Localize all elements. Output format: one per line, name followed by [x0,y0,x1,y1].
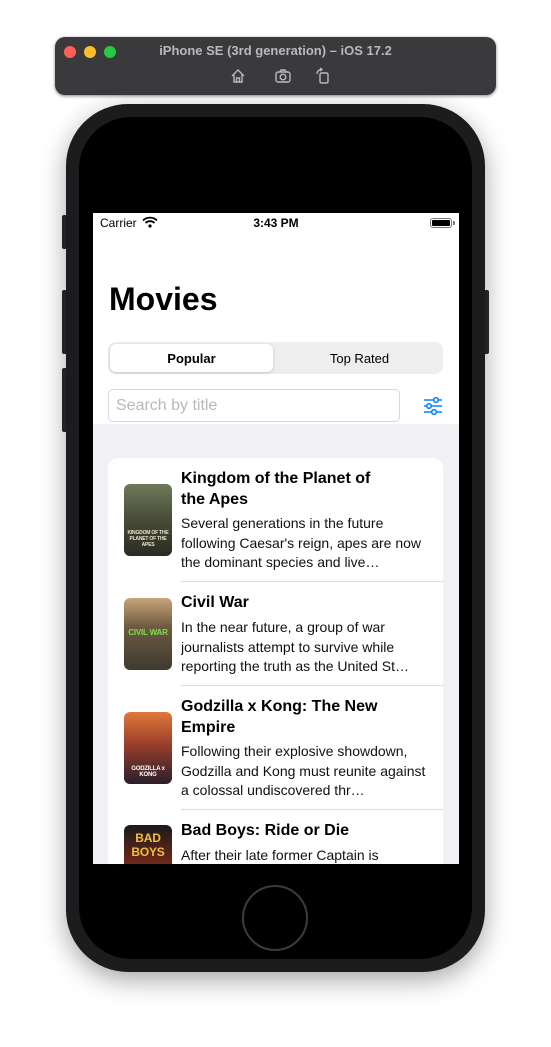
poster-caption: GODZILLA x KONG [131,766,165,778]
poster-caption: CIVIL WAR [128,628,168,637]
movie-list: KINGDOM OF THE PLANET OF THE APES Kingdo… [108,458,443,864]
status-time: 3:43 PM [253,216,299,230]
simulator-title-bar: iPhone SE (3rd generation) – iOS 17.2 [55,37,496,95]
list-item[interactable]: KINGDOM OF THE PLANET OF THE APES Kingdo… [108,458,443,582]
movie-overview: After their late former Captain is [181,847,379,863]
movie-overview: In the near future, a group of war journ… [181,619,410,674]
movie-title: Civil War [181,594,249,611]
list-item[interactable]: GODZILLA x KONG Godzilla x Kong: The New… [108,686,443,810]
movie-title: Godzilla x Kong: The New Empire [181,698,378,736]
page-title: Movies [109,281,218,317]
home-button[interactable] [242,885,308,951]
tab-top-rated[interactable]: Top Rated [278,344,441,372]
segmented-control: Popular Top Rated [108,342,443,374]
movie-title: Kingdom of the Planet of the Apes [181,470,371,508]
movie-poster: KINGDOM OF THE PLANET OF THE APES [124,484,172,556]
tab-popular[interactable]: Popular [110,344,273,372]
movie-poster: GODZILLA x KONG [124,712,172,784]
rotate-icon[interactable] [314,67,332,85]
movie-poster: CIVIL WAR [124,598,172,670]
movie-overview: Several generations in the future follow… [181,515,422,570]
movie-title: Bad Boys: Ride or Die [181,822,350,839]
list-item[interactable]: CIVIL WAR Civil War In the near future, … [108,582,443,686]
movie-overview: Following their explosive showdown, Godz… [181,743,426,798]
filter-icon[interactable] [422,395,444,417]
movie-poster: BAD BOYS [124,825,172,864]
battery-icon [430,218,452,228]
app-screen: Carrier 3:43 PM Movies Popular Top Rated [93,213,459,864]
simulator-title: iPhone SE (3rd generation) – iOS 17.2 [159,43,392,58]
status-bar: Carrier 3:43 PM [93,213,459,233]
list-item[interactable]: BAD BOYS Bad Boys: Ride or Die After the… [108,810,443,864]
screenshot-icon[interactable] [274,67,292,85]
poster-caption: KINGDOM OF THE PLANET OF THE APES [127,530,169,548]
home-icon[interactable] [229,67,247,85]
search-input[interactable] [108,389,400,422]
poster-caption: BAD BOYS [131,831,165,859]
